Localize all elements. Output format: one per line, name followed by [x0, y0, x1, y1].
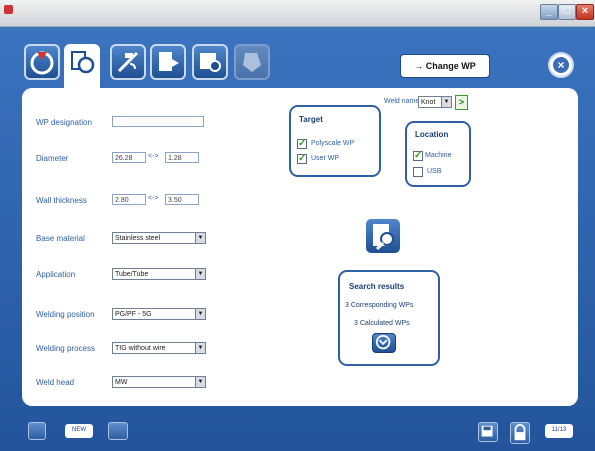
close-icon: × — [553, 57, 569, 73]
window-titlebar: _ □ × — [0, 0, 595, 27]
layers-icon[interactable] — [108, 422, 128, 440]
user-wp-checkbox[interactable]: ✓ — [297, 154, 307, 164]
weld-setup-icon — [117, 51, 139, 73]
welding-process-select[interactable]: TIG without wire ▼ — [112, 342, 206, 354]
application-value: Tube/Tube — [115, 271, 149, 278]
welding-position-select[interactable]: PG/PF - 5G ▼ — [112, 308, 206, 320]
weld-name-value: Knot — [421, 99, 436, 106]
usb-checkbox[interactable] — [413, 167, 423, 177]
change-wp-button[interactable]: → Change WP — [400, 54, 490, 78]
machine-label: Machine — [425, 152, 452, 159]
user-wp-label: User WP — [311, 155, 339, 162]
wall-to-input[interactable]: 3.50 — [165, 194, 199, 205]
usb-label: USB — [427, 168, 442, 175]
diameter-separator: <-> — [148, 153, 159, 160]
chevron-down-icon: ▼ — [195, 269, 205, 279]
document-setup-icon — [71, 51, 95, 74]
wall-separator: <-> — [148, 195, 159, 202]
chevron-down-icon: ▼ — [195, 309, 205, 319]
weld-name-next-button[interactable]: > — [455, 95, 468, 110]
machine-checkbox[interactable]: ✓ — [413, 151, 423, 161]
weld-name-label: Weld name — [384, 98, 420, 105]
maximize-button[interactable]: □ — [558, 4, 576, 20]
expand-results-button[interactable] — [372, 333, 396, 353]
wp-designation-input[interactable] — [112, 116, 204, 127]
tab-document-export[interactable] — [150, 44, 186, 80]
welding-process-label: Welding process — [36, 344, 95, 353]
wall-from-input[interactable]: 2.80 — [112, 194, 146, 205]
minimize-button[interactable]: _ — [540, 4, 558, 20]
lock-button[interactable] — [510, 422, 530, 444]
screen-icon[interactable] — [28, 422, 46, 440]
base-material-value: Stainless steel — [115, 235, 161, 242]
application-label: Application — [36, 270, 76, 279]
location-group: Location ✓ Machine USB — [405, 121, 471, 187]
stop-icon — [30, 51, 54, 75]
tag-icon — [243, 53, 261, 72]
chevron-down-icon: ▼ — [195, 343, 205, 353]
tab-stop[interactable] — [24, 44, 60, 80]
window-close-button[interactable]: × — [576, 4, 594, 20]
main-panel: WP designation Diameter 26.28 <-> 1.28 W… — [22, 88, 578, 406]
settings-panel-icon — [200, 53, 221, 72]
polyscale-wp-checkbox[interactable]: ✓ — [297, 139, 307, 149]
application-select[interactable]: Tube/Tube ▼ — [112, 268, 206, 280]
base-material-select[interactable]: Stainless steel ▼ — [112, 232, 206, 244]
base-material-label: Base material — [36, 234, 85, 243]
diameter-label: Diameter — [36, 154, 69, 163]
tab-tag[interactable] — [234, 44, 270, 80]
save-button[interactable] — [478, 422, 498, 442]
search-button[interactable] — [366, 219, 400, 253]
target-title: Target — [299, 115, 323, 124]
diameter-to-input[interactable]: 1.28 — [165, 152, 199, 163]
welding-process-value: TIG without wire — [115, 345, 166, 352]
lock-icon — [514, 424, 526, 441]
chevron-down-icon: ▼ — [195, 233, 205, 243]
save-icon — [481, 425, 493, 437]
welding-position-value: PG/PF - 5G — [115, 311, 152, 318]
version-label: 11/13 — [551, 427, 567, 433]
version-badge: 11/13 — [545, 424, 573, 438]
tab-weld-setup[interactable] — [110, 44, 146, 80]
weld-head-select[interactable]: MW ▼ — [112, 376, 206, 388]
corresponding-wps-count: 3 Corresponding WPs — [345, 302, 414, 309]
chevron-down-icon — [375, 334, 391, 350]
chevron-down-icon: ▼ — [441, 97, 451, 107]
welding-position-label: Welding position — [36, 310, 95, 319]
weld-head-value: MW — [115, 379, 128, 386]
document-search-icon — [373, 224, 394, 251]
chevron-down-icon: ▼ — [195, 377, 205, 387]
close-panel-button[interactable]: × — [548, 52, 574, 78]
app-icon — [4, 5, 13, 14]
wp-designation-label: WP designation — [36, 118, 92, 127]
calculated-wps-count: 3 Calculated WPs — [354, 320, 410, 327]
polyscale-wp-label: Polyscale WP — [311, 140, 355, 147]
target-group: Target ✓ Polyscale WP ✓ User WP — [289, 105, 381, 177]
tab-settings-panel[interactable] — [192, 44, 228, 80]
location-title: Location — [415, 130, 449, 139]
document-export-icon — [159, 52, 179, 71]
wall-thickness-label: Wall thickness — [36, 196, 87, 205]
tab-document-setup[interactable] — [64, 44, 100, 88]
weld-head-label: Weld head — [36, 378, 75, 387]
search-results-title: Search results — [349, 282, 405, 291]
diameter-from-input[interactable]: 26.28 — [112, 152, 146, 163]
new-button[interactable]: NEW — [65, 424, 93, 438]
new-button-label: NEW — [72, 427, 86, 433]
weld-name-select[interactable]: Knot ▼ — [418, 96, 452, 108]
